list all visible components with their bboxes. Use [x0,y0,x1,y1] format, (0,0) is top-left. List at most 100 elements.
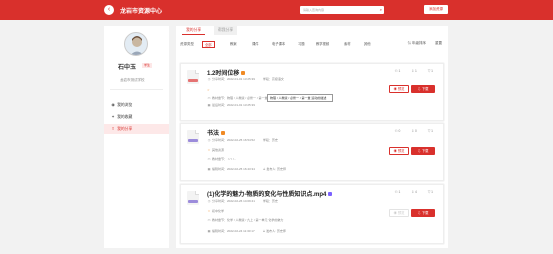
time-line: ▦ 编辑时间：2022-02-25 16:43:34 ♙ 发布人: 历史师 [207,167,287,171]
subject-text: 学段：历史 [262,199,278,203]
file-thumbnail [187,70,199,84]
clock-icon: ◷ [207,138,211,142]
search-input[interactable]: 请输入查询内容 ⌕ [300,6,384,14]
view-count: ⚇ 0 [394,129,401,133]
filter-other[interactable]: 其他 [362,41,373,48]
preview-button[interactable]: ◉ 预览 [389,147,409,155]
filter-material[interactable]: 素材 [342,41,353,48]
main-panel: 我的分享 帮我分享 资源类型 全部 教案 课件 电子课本 习题 教学视频 素材 … [176,26,448,248]
stats: ⚇ 0 ⇩ 0 ▽ 1 [385,129,433,133]
filter-ebook[interactable]: 电子课本 [270,41,287,48]
meta-line: ◷ 分享时间：2022-02-25 16:54:52 学段：历史 [207,138,278,142]
time-line: ▦ 最后时间：2022-01-01 13:25:39 [207,103,255,107]
calendar-icon: ▦ [207,103,211,107]
filter-all[interactable]: 全部 [202,41,215,48]
stats: ⚇ 1 ⇩ 4 ▽ 1 [385,190,433,194]
tab-my-share[interactable]: 我的分享 [182,26,206,35]
resource-title[interactable]: 1.2时间位移 [207,68,246,77]
subject-text: 学段：历史 [262,138,278,142]
sidebar-item-favorites[interactable]: ✦ 我的收藏 [104,112,169,122]
download-count: ⇩ 0 [411,129,417,133]
reset-button[interactable]: 重置 [435,41,442,45]
resource-card[interactable]: 1.2时间位移 ◷ 分享时间：2022-01-01 13:25:39 学段：高级语文… [180,63,444,121]
grade-sort-button[interactable]: 年级排序 [412,41,426,45]
calendar-icon: ▦ [207,167,211,171]
view-count: ⚇ 1 [394,69,401,73]
file-thumbnail [187,191,199,205]
share-icon: ⇪ [111,127,115,131]
download-button[interactable]: ⇩ 下载 [411,209,435,217]
app-title: 龙岩市资源中心 [120,9,163,15]
calendar-icon: ▦ [207,229,211,233]
preview-button[interactable]: ◉ 预览 [389,85,409,93]
user-school: 龙岩市测试学校 [120,78,145,82]
pin-icon: ✦ [111,115,115,119]
filter-exercise[interactable]: 习题 [296,41,307,48]
file-type-tag [188,79,198,82]
file-type-tag [188,200,198,203]
star-icon: ☆ [207,88,210,92]
chapter-line: ▭ 教材章节： / / / / - [207,157,236,161]
user-role-badge: 学生 [142,63,153,68]
sidebar-item-label: 我的收藏 [117,115,133,119]
top-bar: ‹ 龙岩市资源中心 请输入查询内容 ⌕ 添加资源 [0,0,553,20]
badge-icon [221,131,226,136]
badge-icon [241,71,246,76]
meta-line: ◷ 分享时间：2022-02-26 14:09:41 学段：历史 [207,199,278,203]
description-line: ☆ 初中化学 [207,209,225,213]
description-line: ☆ 其他资源 [207,148,225,152]
owner-text: ♙ 发布人: 历史师 [262,167,287,171]
search-placeholder: 请输入查询内容 [303,8,325,12]
divider [110,89,163,90]
sidebar-item-label: 我的浏览 [117,103,133,107]
avatar [124,32,148,56]
folder-icon: ▭ [207,157,211,161]
sort-control: ⇅ 年级排序 重置 [408,41,442,46]
clock-icon: ◷ [207,199,211,203]
resource-title[interactable]: (1)化学的魅力-物质的变化与性质知识点.mp4 [207,189,333,198]
chapter-tooltip: 物理 / 人教版 / 必修一 / 第一章 运动的描述 [267,94,333,102]
chapter-line: ▭ 教材章节：化学 / 人教版 / 九上 / 第一单元 化学的魅力 [207,218,284,222]
download-count: ⇩ 4 [411,190,417,194]
stats: ⚇ 1 ⇩ 1 ▽ 1 [385,69,433,73]
badge-icon [328,192,333,197]
folder-icon: ▭ [207,96,211,100]
filter-courseware[interactable]: 课件 [250,41,261,48]
tab-help-share[interactable]: 帮我分享 [214,26,238,35]
resource-card[interactable]: (1)化学的魅力-物质的变化与性质知识点.mp4 ◷ 分享时间：2022-02-2… [180,184,444,244]
back-button[interactable]: ‹ [104,5,114,15]
meta-line: ◷ 分享时间：2022-01-01 13:25:39 学段：高级语文 [207,77,284,81]
sidebar: 石中玉 学生 龙岩市测试学校 ◉ 我的浏览 ✦ 我的收藏 ⇪ 我的分享 [104,26,169,248]
star-icon: ☆ [207,148,211,152]
filter-bar: 资源类型 全部 教案 课件 电子课本 习题 教学视频 素材 其他 [180,41,444,49]
resource-card[interactable]: 书法 ◷ 分享时间：2022-02-25 16:54:52 学段：历史 ☆ 其他资源 … [180,123,444,181]
add-resource-button[interactable]: 添加资源 [424,5,448,14]
like-count: ▽ 1 [427,190,433,194]
file-type-tag [188,139,198,142]
like-count: ▽ 1 [427,129,433,133]
clock-icon: ◷ [207,77,211,81]
download-count: ⇩ 1 [411,69,417,73]
sort-icon[interactable]: ⇅ [408,41,412,45]
download-button[interactable]: ⇩ 下载 [411,85,435,93]
time-line: ▦ 编辑时间：2022-02-24 11:30:17 ♙ 发布人: 历史师 [207,229,286,233]
sidebar-item-label: 我的分享 [117,127,133,131]
user-name: 石中玉 [118,65,137,71]
view-count: ⚇ 1 [394,190,401,194]
sidebar-item-share[interactable]: ⇪ 我的分享 [104,124,169,134]
search-icon[interactable]: ⌕ [380,6,382,14]
download-button[interactable]: ⇩ 下载 [411,147,435,155]
resource-title[interactable]: 书法 [207,128,226,137]
filter-video[interactable]: 教学视频 [314,41,331,48]
star-icon: ☆ [207,209,211,213]
filter-label: 资源类型 [180,42,194,46]
file-thumbnail [187,130,199,144]
folder-icon: ▭ [207,218,211,222]
eye-icon: ◉ [111,103,115,107]
preview-button[interactable]: ◉ 预览 [389,209,409,217]
subject-text: 学段：高级语文 [262,77,284,81]
sidebar-item-browse[interactable]: ◉ 我的浏览 [104,100,169,110]
like-count: ▽ 1 [427,69,433,73]
filter-lesson-plan[interactable]: 教案 [228,41,239,48]
owner-text: ♙ 发布人: 历史师 [262,229,286,233]
